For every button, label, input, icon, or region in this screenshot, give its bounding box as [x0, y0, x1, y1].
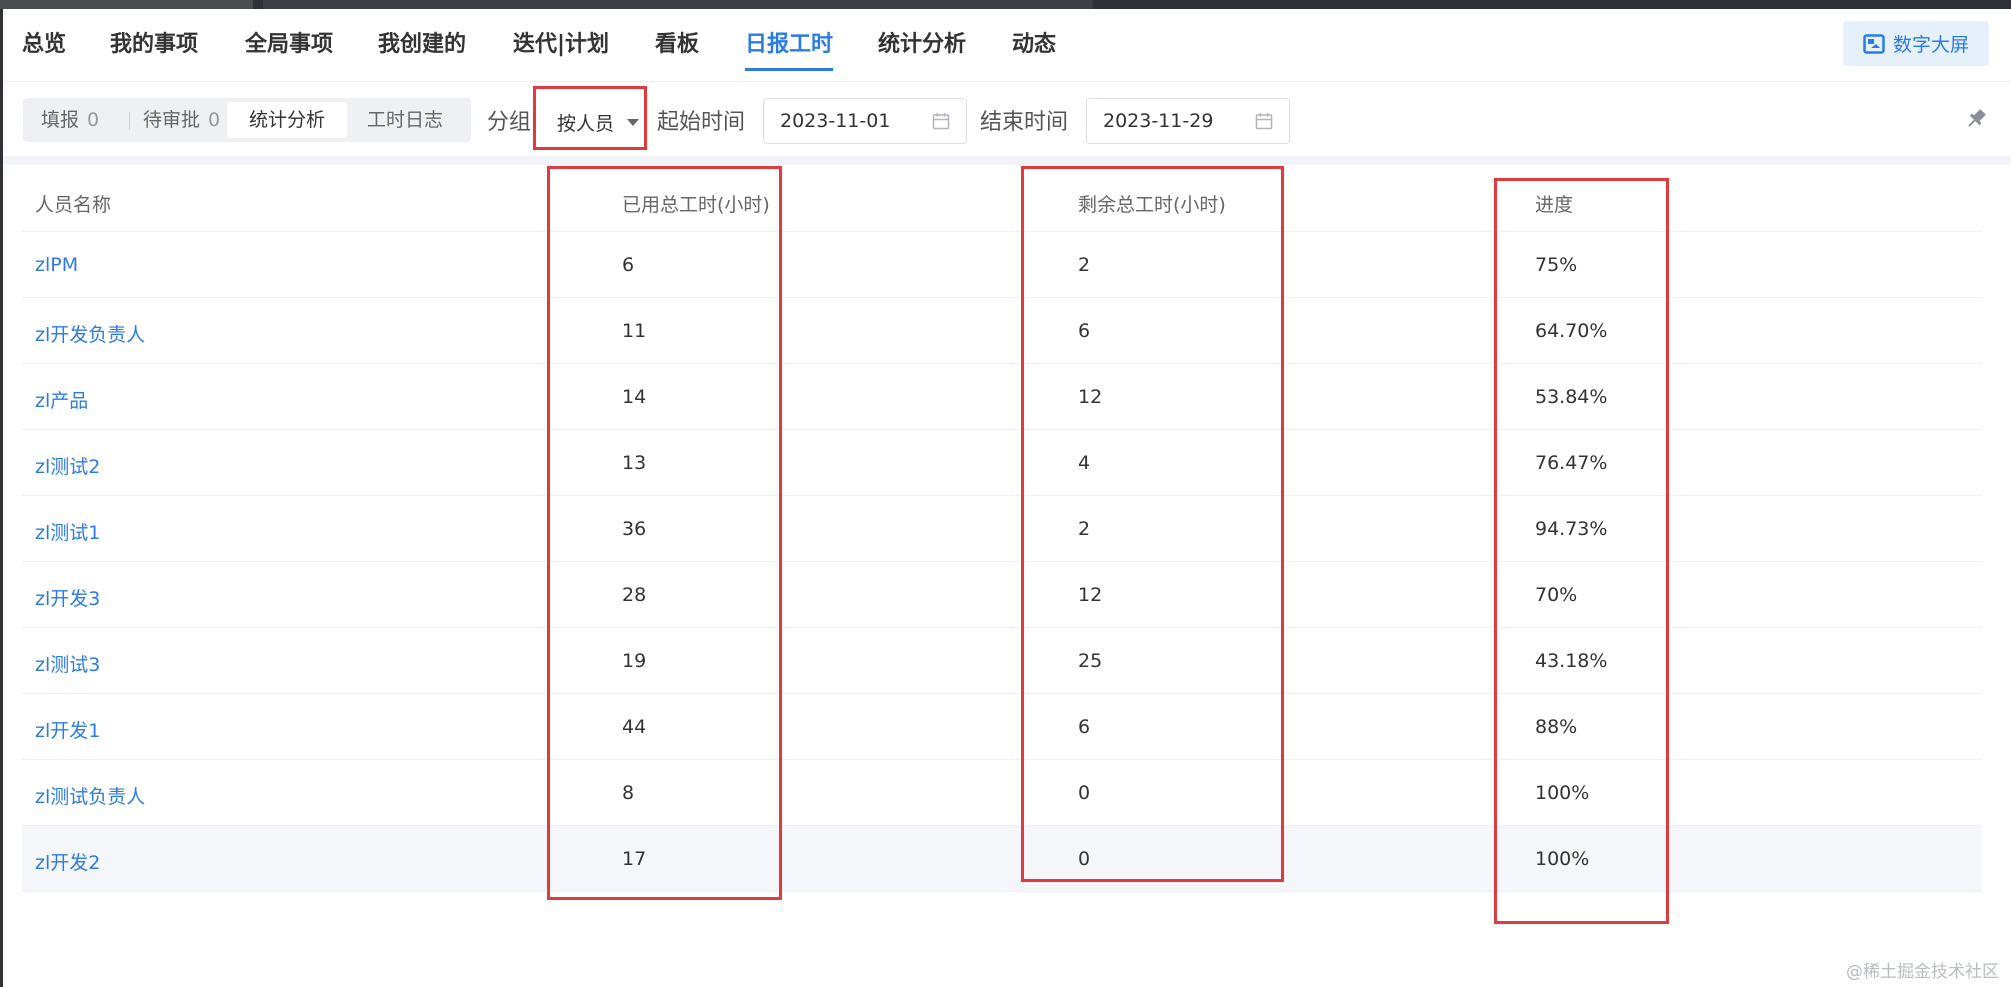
used-hours-cell: 14 — [622, 386, 647, 408]
group-select[interactable]: 按人员 — [541, 98, 645, 142]
table-row: zl开发1 44 6 88% — [22, 694, 1982, 760]
progress-cell: 43.18% — [1535, 650, 1608, 672]
hours-statistics-table: 人员名称 已用总工时(小时) 剩余总工时(小时) 进度 zlPM 6 2 75%… — [22, 168, 1982, 892]
progress-cell: 100% — [1535, 848, 1590, 870]
used-hours-cell: 28 — [622, 584, 647, 606]
table-row: zl测试3 19 25 43.18% — [22, 628, 1982, 694]
table-row: zl开发3 28 12 70% — [22, 562, 1982, 628]
start-date-label: 起始时间 — [657, 110, 746, 135]
used-hours-cell: 44 — [622, 716, 647, 738]
remaining-hours-cell: 2 — [1078, 254, 1091, 276]
remaining-hours-cell: 25 — [1078, 650, 1103, 672]
top-nav: 总览 我的事项 全局事项 我创建的 迭代|计划 看板 日报工时 统计分析 动态 … — [3, 9, 2011, 82]
segment-label: 待审批 — [143, 109, 201, 131]
table-row: zl测试负责人 8 0 100% — [22, 760, 1982, 826]
member-name-link[interactable]: zl测试负责人 — [35, 782, 145, 809]
group-select-value: 按人员 — [557, 113, 615, 135]
segment-count: 0 — [87, 109, 100, 131]
used-hours-cell: 6 — [622, 254, 635, 276]
start-date-value: 2023-11-01 — [780, 110, 891, 132]
progress-cell: 76.47% — [1535, 452, 1608, 474]
table-row: zl开发负责人 11 6 64.70% — [22, 298, 1982, 364]
header-member-name: 人员名称 — [35, 194, 112, 216]
member-name-link[interactable]: zlPM — [35, 254, 78, 276]
window-top-bar — [0, 0, 2011, 9]
remaining-hours-cell: 6 — [1078, 716, 1091, 738]
member-name-link[interactable]: zl开发1 — [35, 716, 100, 743]
segment-count: 0 — [208, 109, 221, 131]
member-name-link[interactable]: zl产品 — [35, 386, 88, 413]
tab-iteration-plan[interactable]: 迭代|计划 — [513, 29, 609, 73]
table-row: zl测试1 36 2 94.73% — [22, 496, 1982, 562]
segment-pending-approval[interactable]: 待审批 0 — [143, 98, 220, 142]
filter-toolbar: 填报 0 待审批 0 统计分析 工时日志 分组 按人员 起始时间 2023-11-0… — [3, 82, 2011, 156]
table-header: 人员名称 已用总工时(小时) 剩余总工时(小时) 进度 — [22, 168, 1982, 232]
calendar-icon — [932, 113, 950, 130]
used-hours-cell: 13 — [622, 452, 647, 474]
segment-divider — [129, 112, 130, 130]
tab-activity[interactable]: 动态 — [1012, 29, 1056, 73]
table-row: zlPM 6 2 75% — [22, 232, 1982, 298]
progress-cell: 53.84% — [1535, 386, 1608, 408]
window-top-segment — [0, 0, 253, 9]
tab-kanban[interactable]: 看板 — [655, 29, 699, 73]
remaining-hours-cell: 6 — [1078, 320, 1091, 342]
used-hours-cell: 19 — [622, 650, 647, 672]
segment-statistics[interactable]: 统计分析 — [227, 102, 347, 138]
progress-cell: 70% — [1535, 584, 1578, 606]
used-hours-cell: 8 — [622, 782, 635, 804]
header-used-hours: 已用总工时(小时) — [622, 194, 770, 216]
used-hours-cell: 36 — [622, 518, 647, 540]
member-name-link[interactable]: zl开发负责人 — [35, 320, 145, 347]
remaining-hours-cell: 0 — [1078, 848, 1091, 870]
header-remaining-hours: 剩余总工时(小时) — [1078, 194, 1226, 216]
tab-my-items[interactable]: 我的事项 — [110, 29, 198, 73]
segment-hours-log[interactable]: 工时日志 — [367, 98, 443, 142]
window-top-segment — [263, 0, 1093, 9]
member-name-link[interactable]: zl开发2 — [35, 848, 100, 875]
progress-cell: 88% — [1535, 716, 1578, 738]
end-date-label: 结束时间 — [980, 110, 1069, 135]
progress-cell: 94.73% — [1535, 518, 1608, 540]
remaining-hours-cell: 12 — [1078, 386, 1103, 408]
caret-down-icon — [627, 119, 639, 126]
calendar-icon — [1255, 113, 1273, 130]
segment-fill-report[interactable]: 填报 0 — [41, 98, 99, 142]
progress-cell: 100% — [1535, 782, 1590, 804]
tab-daily-hours[interactable]: 日报工时 — [745, 29, 834, 73]
header-progress: 进度 — [1535, 194, 1574, 216]
tab-created-by-me[interactable]: 我创建的 — [378, 29, 466, 73]
table-row: zl开发2 17 0 100% — [22, 826, 1982, 892]
tab-statistics[interactable]: 统计分析 — [878, 29, 966, 73]
segment-label: 填报 — [41, 109, 80, 131]
member-name-link[interactable]: zl开发3 — [35, 584, 100, 611]
progress-cell: 75% — [1535, 254, 1578, 276]
member-name-link[interactable]: zl测试2 — [35, 452, 100, 479]
pin-icon[interactable] — [1963, 106, 1989, 132]
view-segmented-control: 填报 0 待审批 0 统计分析 工时日志 — [23, 98, 471, 142]
member-name-link[interactable]: zl测试3 — [35, 650, 100, 677]
data-screen-label: 数字大屏 — [1892, 34, 1969, 56]
member-name-link[interactable]: zl测试1 — [35, 518, 100, 545]
remaining-hours-cell: 2 — [1078, 518, 1091, 540]
remaining-hours-cell: 4 — [1078, 452, 1091, 474]
tab-global-items[interactable]: 全局事项 — [245, 29, 333, 73]
watermark: @稀土掘金技术社区 — [1846, 962, 1999, 982]
start-date-input[interactable]: 2023-11-01 — [763, 98, 967, 144]
monitor-icon — [1863, 33, 1885, 54]
table-row: zl测试2 13 4 76.47% — [22, 430, 1982, 496]
remaining-hours-cell: 0 — [1078, 782, 1091, 804]
end-date-value: 2023-11-29 — [1103, 110, 1214, 132]
end-date-input[interactable]: 2023-11-29 — [1086, 98, 1290, 144]
used-hours-cell: 11 — [622, 320, 647, 342]
table-row: zl产品 14 12 53.84% — [22, 364, 1982, 430]
data-screen-button[interactable]: 数字大屏 — [1843, 21, 1989, 66]
content-separator — [3, 156, 2011, 165]
group-label: 分组 — [487, 110, 532, 135]
remaining-hours-cell: 12 — [1078, 584, 1103, 606]
used-hours-cell: 17 — [622, 848, 647, 870]
tab-overview[interactable]: 总览 — [22, 29, 66, 73]
progress-cell: 64.70% — [1535, 320, 1608, 342]
